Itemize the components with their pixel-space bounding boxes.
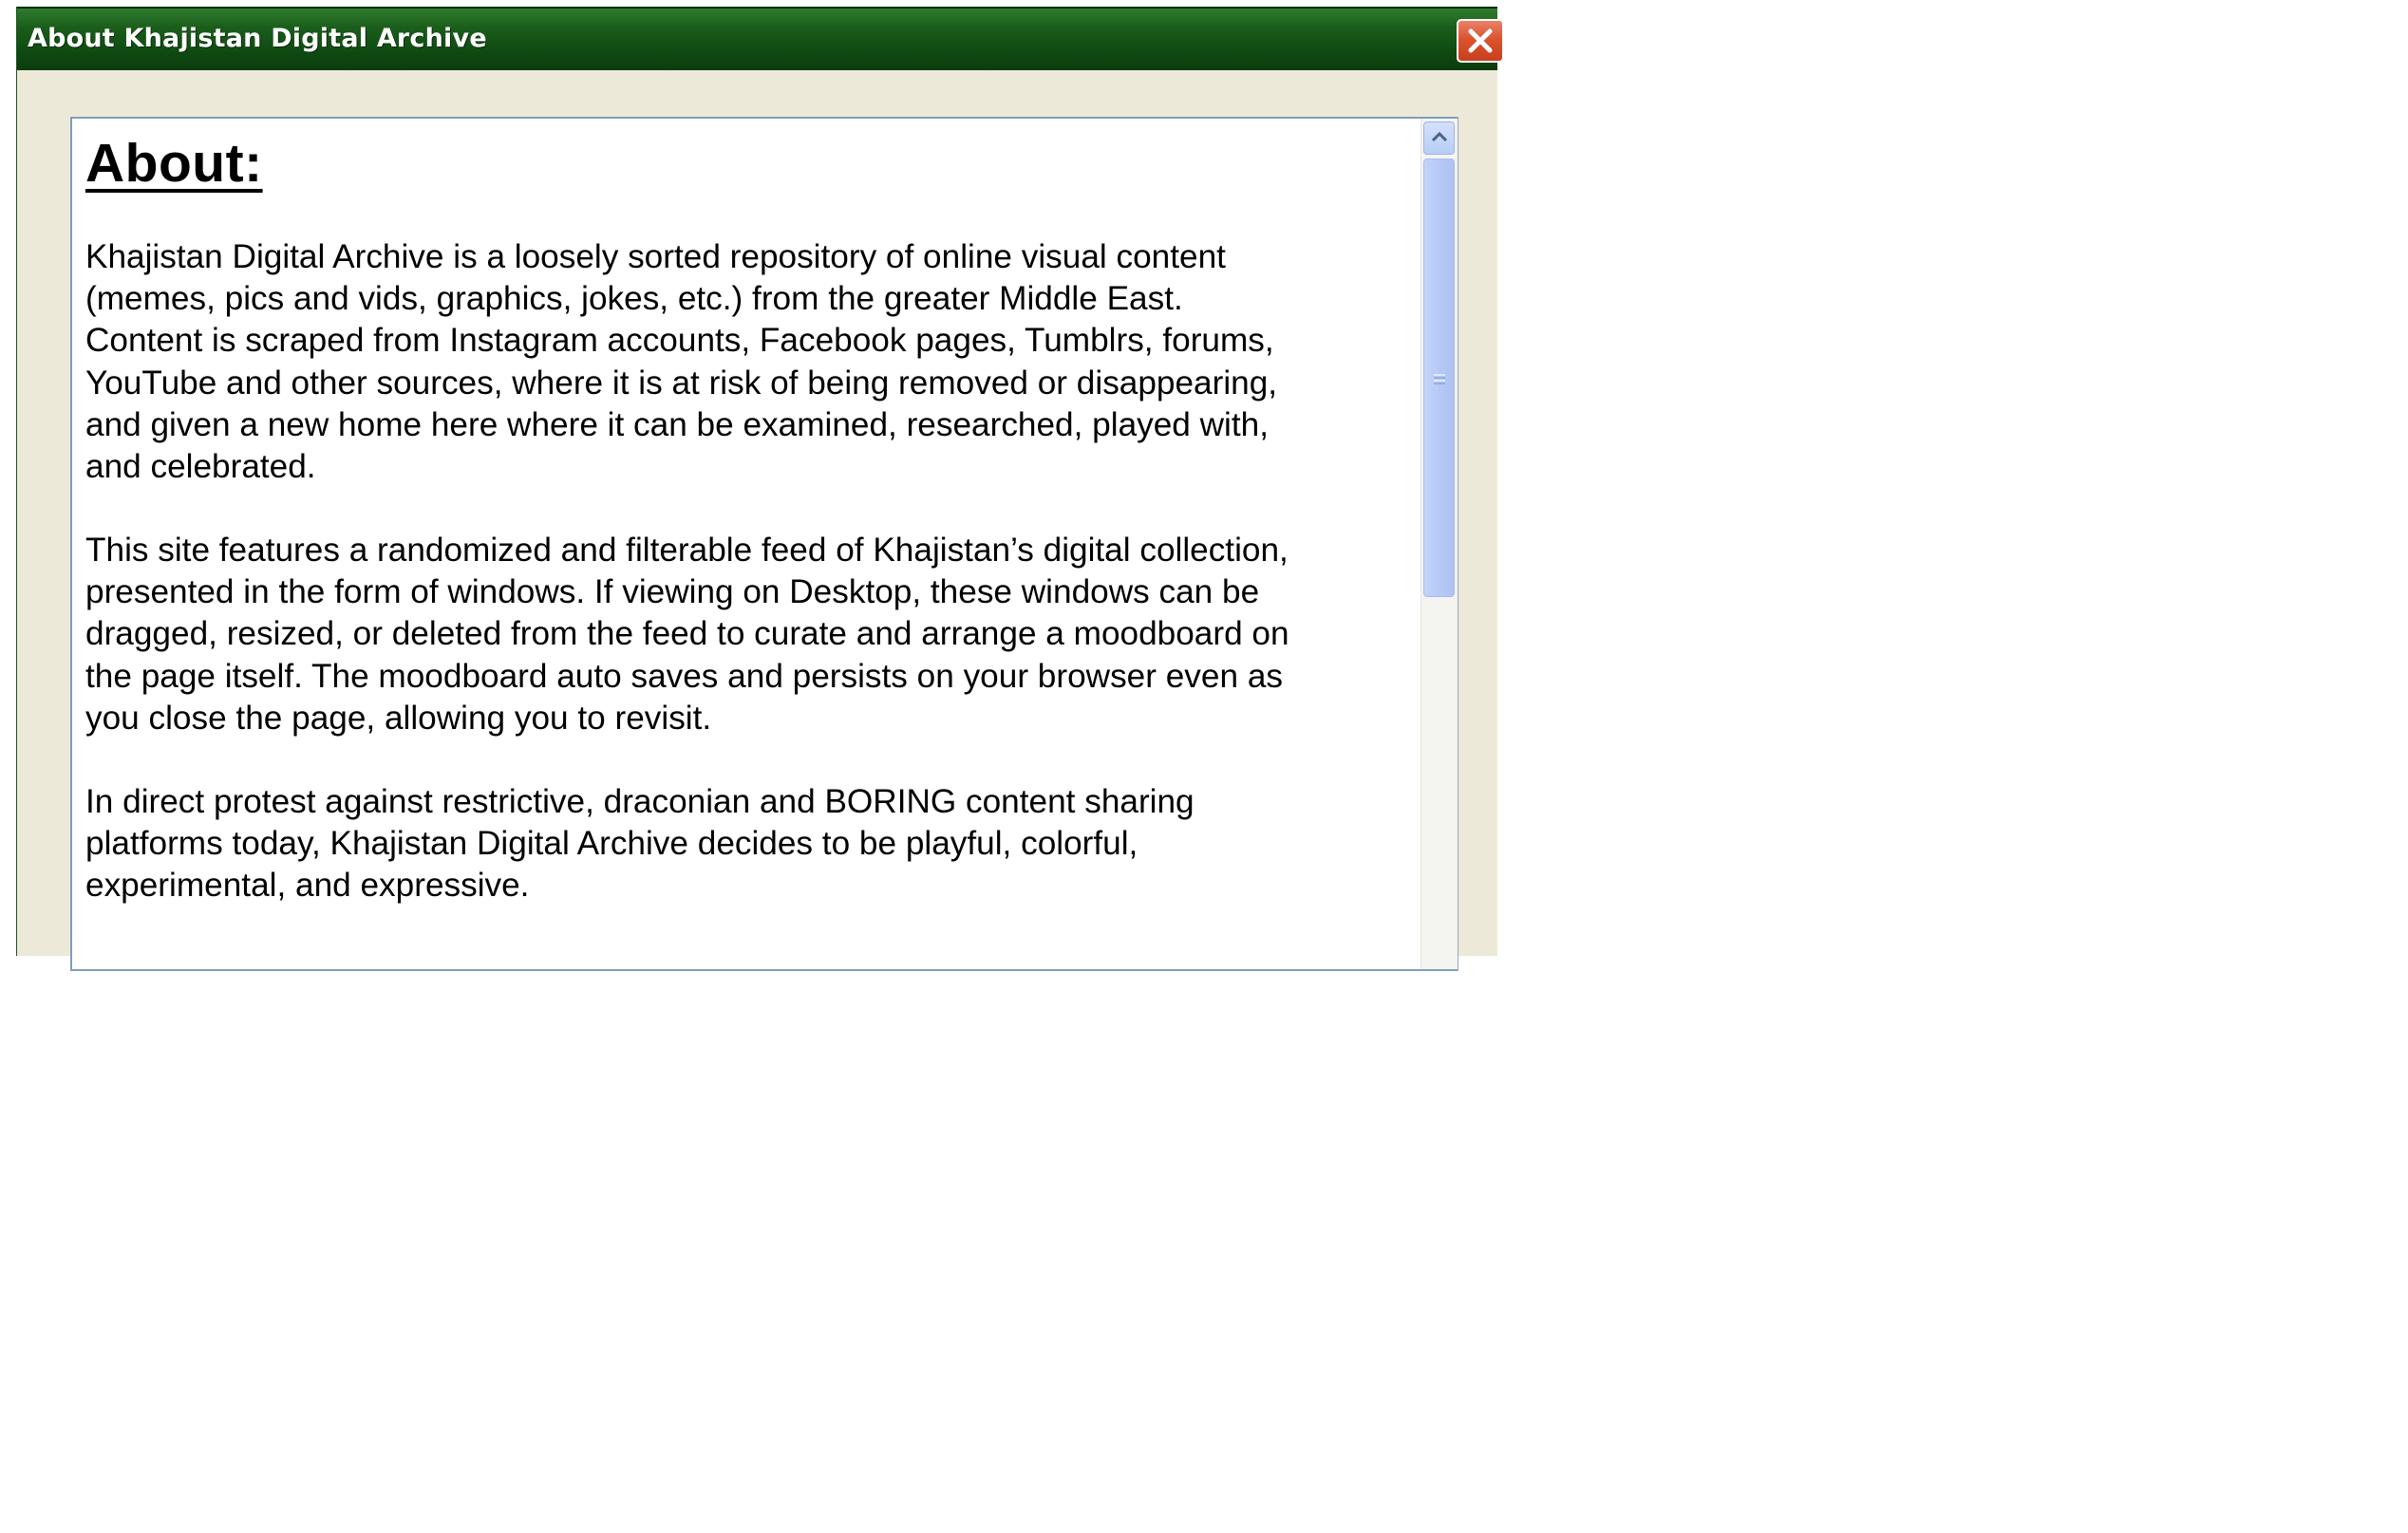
close-button[interactable] bbox=[1457, 19, 1504, 63]
window-title: About Khajistan Digital Archive bbox=[28, 24, 487, 53]
about-paragraph-intro: Khajistan Digital Archive is a loosely s… bbox=[85, 238, 1278, 486]
scrollbar-thumb[interactable] bbox=[1423, 159, 1455, 597]
vertical-scrollbar[interactable] bbox=[1420, 119, 1458, 969]
scrollbar-grip-icon bbox=[1434, 374, 1445, 384]
title-bar[interactable]: About Khajistan Digital Archive bbox=[17, 7, 1504, 70]
about-paragraph-protest: In direct protest against restrictive, d… bbox=[85, 783, 1195, 905]
about-content-panel: About: Khajistan Digital Archive is a lo… bbox=[70, 117, 1458, 971]
close-icon bbox=[1468, 28, 1493, 53]
about-paragraph-features: This site features a randomized and filt… bbox=[85, 532, 1289, 737]
chevron-up-icon bbox=[1431, 131, 1448, 142]
scroll-up-button[interactable] bbox=[1423, 122, 1455, 155]
about-window: About Khajistan Digital Archive About: K… bbox=[16, 7, 1504, 971]
about-heading: About: bbox=[85, 133, 263, 194]
scrollable-text-area[interactable]: About: Khajistan Digital Archive is a lo… bbox=[72, 119, 1419, 969]
